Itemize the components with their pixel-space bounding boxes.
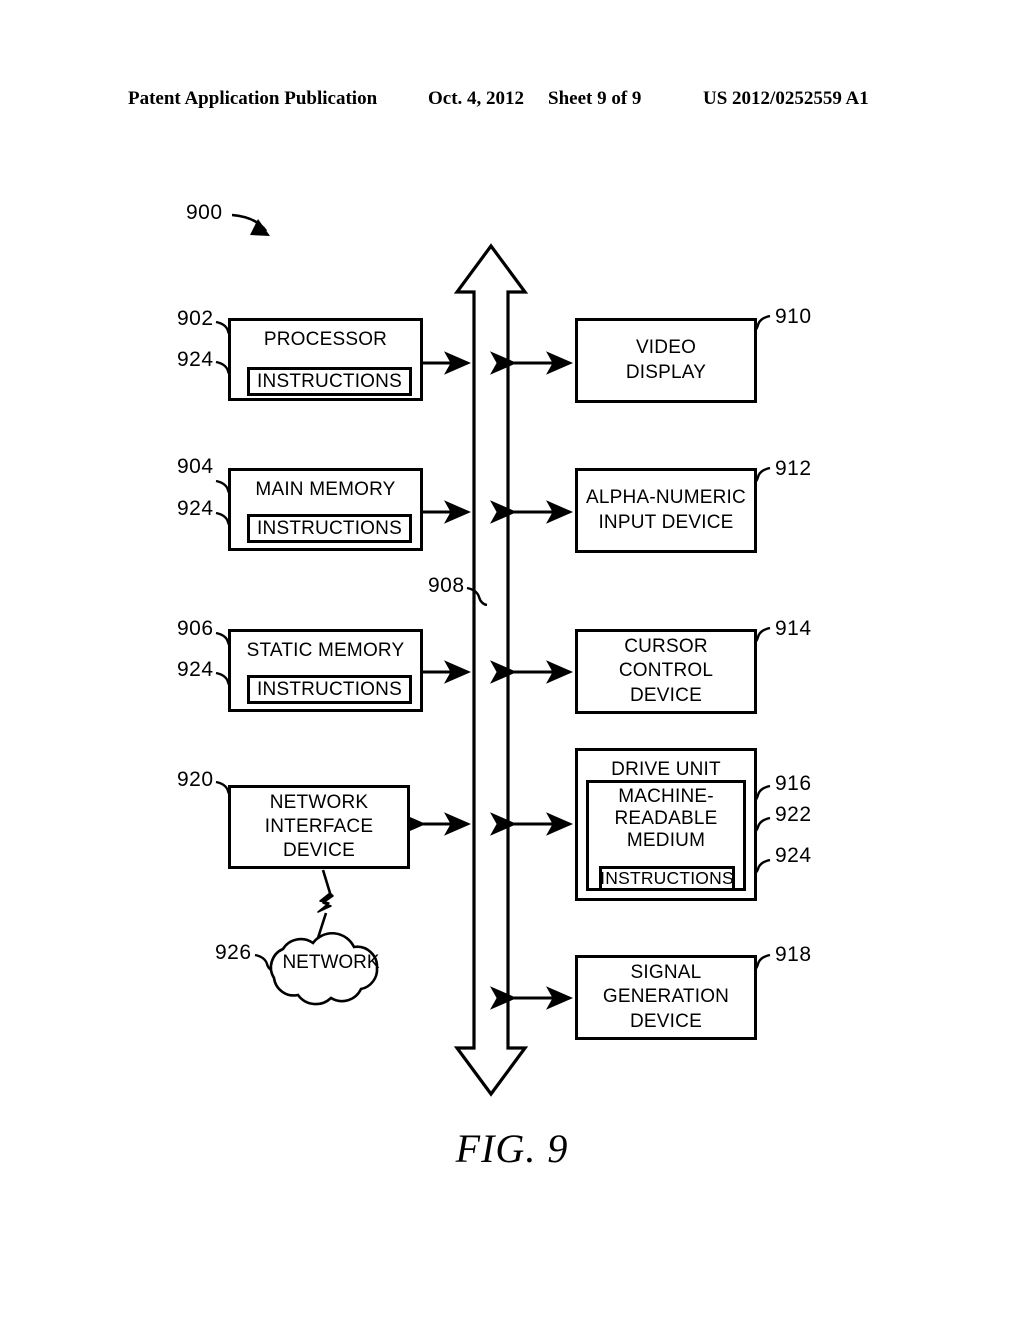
figure-caption: FIG. 9: [455, 1126, 569, 1171]
alphanumeric-line-2: INPUT DEVICE: [598, 511, 734, 533]
medium-line-2: READABLE: [614, 808, 718, 829]
ref-902: 902: [177, 307, 214, 330]
system-bus-arrow: [453, 243, 529, 1097]
static-memory-instructions-label: INSTRUCTIONS: [257, 678, 402, 700]
ref-908: 908: [428, 574, 465, 597]
ref-918: 918: [775, 943, 812, 966]
box-alphanumeric-input-device: ALPHA-NUMERIC INPUT DEVICE: [575, 468, 757, 553]
system-ref-arrow: [231, 213, 270, 236]
cursor-control-line-3: DEVICE: [630, 684, 702, 706]
main-memory-title: MAIN MEMORY: [255, 479, 396, 500]
ref-920: 920: [177, 768, 214, 791]
ref-924-main-memory: 924: [177, 497, 214, 520]
processor-instructions-label: INSTRUCTIONS: [257, 370, 402, 392]
video-display-line-1: VIDEO: [635, 337, 697, 359]
ref-924-drive-unit: 924: [775, 844, 812, 867]
nid-line-3: DEVICE: [283, 840, 355, 862]
box-cursor-control-device: CURSOR CONTROL DEVICE: [575, 629, 757, 714]
patent-figure-page: Patent Application Publication Oct. 4, 2…: [0, 0, 1024, 1320]
network-cloud-label: NETWORK: [282, 952, 380, 973]
ref-912: 912: [775, 457, 812, 480]
signal-generation-line-3: DEVICE: [630, 1010, 702, 1032]
signal-generation-line-2: GENERATION: [602, 986, 730, 1008]
right-bus-connectors: [490, 351, 573, 1010]
figure-line-art: [215, 213, 771, 1097]
ref-924-processor: 924: [177, 348, 214, 371]
signal-generation-line-1: SIGNAL: [630, 962, 702, 984]
ref-914: 914: [775, 617, 812, 640]
ref-926: 926: [215, 941, 252, 964]
box-video-display: VIDEO DISPLAY: [575, 318, 757, 403]
network-link: [315, 869, 334, 942]
processor-title: PROCESSOR: [263, 329, 388, 350]
drive-unit-title: DRIVE UNIT: [611, 759, 721, 780]
box-drive-unit-instructions: INSTRUCTIONS: [599, 866, 735, 891]
cursor-control-line-1: CURSOR: [624, 636, 708, 658]
box-processor-instructions: INSTRUCTIONS: [247, 367, 412, 396]
ref-910: 910: [775, 305, 812, 328]
main-memory-instructions-label: INSTRUCTIONS: [257, 517, 402, 539]
drive-unit-instructions-label: INSTRUCTIONS: [600, 868, 734, 888]
nid-line-1: NETWORK: [269, 791, 369, 813]
nid-line-2: INTERFACE: [264, 815, 374, 837]
box-main-memory-instructions: INSTRUCTIONS: [247, 514, 412, 543]
ref-906: 906: [177, 617, 214, 640]
ref-924-static-memory: 924: [177, 658, 214, 681]
medium-line-3: MEDIUM: [626, 830, 706, 851]
box-static-memory-instructions: INSTRUCTIONS: [247, 675, 412, 704]
ref-922: 922: [775, 803, 812, 826]
ref-904: 904: [177, 455, 214, 478]
box-network-interface-device: NETWORK INTERFACE DEVICE: [228, 785, 410, 869]
video-display-line-2: DISPLAY: [625, 361, 707, 383]
alphanumeric-line-1: ALPHA-NUMERIC: [586, 487, 746, 509]
ref-916: 916: [775, 772, 812, 795]
cursor-control-line-2: CONTROL: [618, 660, 714, 682]
static-memory-title: STATIC MEMORY: [246, 640, 405, 661]
box-signal-generation-device: SIGNAL GENERATION DEVICE: [575, 955, 757, 1040]
ref-900: 900: [186, 201, 223, 224]
medium-line-1: MACHINE-: [618, 786, 714, 807]
